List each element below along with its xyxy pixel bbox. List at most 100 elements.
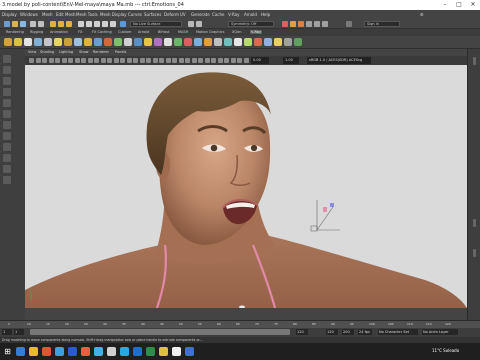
tab-arnold[interactable]: Arnold — [138, 30, 149, 34]
menu-uv[interactable]: UV — [180, 12, 186, 17]
minimize-button[interactable]: – — [438, 0, 452, 10]
shelf-tool-icon[interactable] — [184, 38, 192, 46]
shelf-tool-icon[interactable] — [64, 38, 72, 46]
ipr-render-icon[interactable] — [290, 21, 296, 27]
toolbox-tool-icon[interactable] — [3, 154, 11, 162]
viewport-toolbar-icon[interactable] — [42, 58, 47, 63]
maximize-button[interactable]: □ — [452, 0, 466, 10]
weather-widget[interactable]: 11°C Soleado — [432, 348, 459, 353]
toolbox-tool-icon[interactable] — [3, 132, 11, 140]
viewport-toolbar-icon[interactable] — [165, 58, 171, 63]
viewport-toolbar-icon[interactable] — [55, 58, 60, 63]
menu-help[interactable]: Help — [261, 12, 270, 17]
live-surface-dropdown[interactable]: No Live Surface — [130, 21, 182, 27]
color-space-field[interactable]: sRGB 1.0 / ACES(SDR) ACEScg — [307, 57, 371, 64]
viewport-toolbar-icon[interactable] — [35, 58, 41, 63]
shelf-tool-icon[interactable] — [154, 38, 162, 46]
viewport-toolbar-icon[interactable] — [74, 58, 80, 63]
snap-view-icon[interactable] — [102, 21, 108, 27]
snap-point-icon[interactable] — [94, 21, 100, 27]
hypershade-icon[interactable] — [306, 21, 312, 27]
taskbar-app-icon[interactable] — [94, 347, 103, 356]
snap-surface-icon[interactable] — [110, 21, 116, 27]
shelf-tool-icon[interactable] — [264, 38, 272, 46]
shelf-tool-icon[interactable] — [174, 38, 182, 46]
viewport-toolbar-icon[interactable] — [113, 58, 119, 63]
viewport-toolbar-icon[interactable] — [120, 58, 125, 63]
snap-grid-icon[interactable] — [78, 21, 84, 27]
toolbox-tool-icon[interactable] — [3, 88, 11, 96]
range-inner-end-field[interactable]: 120 — [296, 329, 308, 335]
settings-icon[interactable]: ⚙ — [420, 12, 424, 17]
viewport-toolbar-icon[interactable] — [139, 58, 145, 63]
vp-menu-renderer[interactable]: Renderer — [93, 50, 109, 54]
tab-mash[interactable]: MASH — [178, 30, 188, 34]
open-scene-icon[interactable] — [12, 21, 18, 27]
viewport-toolbar-icon[interactable] — [94, 58, 99, 63]
3d-viewport[interactable]: y x — [25, 65, 467, 308]
construction-icon[interactable] — [196, 21, 202, 27]
tab-custom[interactable]: Custom — [118, 30, 131, 34]
taskbar-app-icon[interactable] — [55, 347, 64, 356]
shelf-tool-icon[interactable] — [54, 38, 62, 46]
anim-layer-dropdown[interactable]: No Anim Layer — [422, 329, 458, 335]
vp-menu-panels[interactable]: Panels — [115, 50, 126, 54]
viewport-toolbar-icon[interactable] — [126, 58, 132, 63]
toolbox-tool-icon[interactable] — [3, 165, 11, 173]
menu-mesh-tools[interactable]: Mesh Tools — [76, 12, 98, 17]
taskbar-app-icon[interactable] — [107, 347, 116, 356]
viewport-toolbar-icon[interactable] — [29, 58, 34, 63]
taskbar-app-icon[interactable] — [29, 347, 38, 356]
vp-menu-show[interactable]: Show — [79, 50, 88, 54]
menu-deform[interactable]: Deform — [164, 12, 179, 17]
viewport-toolbar-icon[interactable] — [198, 58, 203, 63]
attribute-editor-icon[interactable] — [322, 21, 328, 27]
shelf-tool-icon[interactable] — [4, 38, 12, 46]
render-settings-icon[interactable] — [298, 21, 304, 27]
toolbox-tool-icon[interactable] — [3, 77, 11, 85]
shelf-tool-icon[interactable] — [74, 38, 82, 46]
viewport-toolbar-icon[interactable] — [217, 58, 223, 63]
taskbar-app-icon[interactable] — [120, 347, 129, 356]
make-live-icon[interactable] — [120, 21, 126, 27]
viewport-toolbar-icon[interactable] — [204, 58, 210, 63]
menu-mesh-display[interactable]: Mesh Display — [100, 12, 127, 17]
viewport-toolbar-icon[interactable] — [61, 58, 67, 63]
viewport-toolbar-icon[interactable] — [107, 58, 112, 63]
menu-curves[interactable]: Curves — [128, 12, 142, 17]
menu-surfaces[interactable]: Surfaces — [144, 12, 161, 17]
tab-bifrost[interactable]: Bifrost — [158, 30, 169, 34]
viewport-toolbar-icon[interactable] — [185, 58, 190, 63]
user-icon[interactable] — [346, 21, 352, 27]
symmetry-dropdown[interactable]: Symmetry: Off — [228, 21, 274, 27]
shelf-tool-icon[interactable] — [94, 38, 102, 46]
taskbar-app-icon[interactable] — [16, 347, 25, 356]
new-scene-icon[interactable] — [4, 21, 10, 27]
viewport-toolbar-icon[interactable] — [133, 58, 138, 63]
range-inner-start-field[interactable]: 1 — [14, 329, 24, 335]
shelf-tool-icon[interactable] — [204, 38, 212, 46]
viewport-toolbar-icon[interactable] — [243, 58, 249, 63]
toolbox-tool-icon[interactable] — [3, 143, 11, 151]
viewport-toolbar-icon[interactable] — [87, 58, 93, 63]
taskbar-app-icon[interactable] — [42, 347, 51, 356]
tab-fx[interactable]: FX — [78, 30, 82, 34]
shelf-tool-icon[interactable] — [194, 38, 202, 46]
shelf-tool-icon[interactable] — [224, 38, 232, 46]
menu-edit-mesh[interactable]: Edit Mesh — [56, 12, 76, 17]
taskbar-app-icon[interactable] — [146, 347, 155, 356]
shelf-tool-icon[interactable] — [84, 38, 92, 46]
shelf-tool-icon[interactable] — [114, 38, 122, 46]
exposure-field[interactable]: 0.00 — [251, 57, 269, 64]
toolbox-tool-icon[interactable] — [3, 66, 11, 74]
modeling-toolkit-icon[interactable] — [314, 21, 320, 27]
taskbar-app-icon[interactable] — [172, 347, 181, 356]
menu-mesh[interactable]: Mesh — [42, 12, 53, 17]
time-slider[interactable]: 5 10 15 20 25 30 35 40 45 50 55 60 65 70 75 80 85 90 95 100… — [0, 320, 480, 328]
fps-dropdown[interactable]: 24 fps — [358, 329, 372, 335]
taskbar-app-icon[interactable] — [185, 347, 194, 356]
tab-motion-graphics[interactable]: Motion Graphics — [196, 30, 224, 34]
panel-toggle-2[interactable] — [473, 249, 476, 257]
shelf-tool-icon[interactable] — [124, 38, 132, 46]
toolbox-tool-icon[interactable] — [3, 99, 11, 107]
